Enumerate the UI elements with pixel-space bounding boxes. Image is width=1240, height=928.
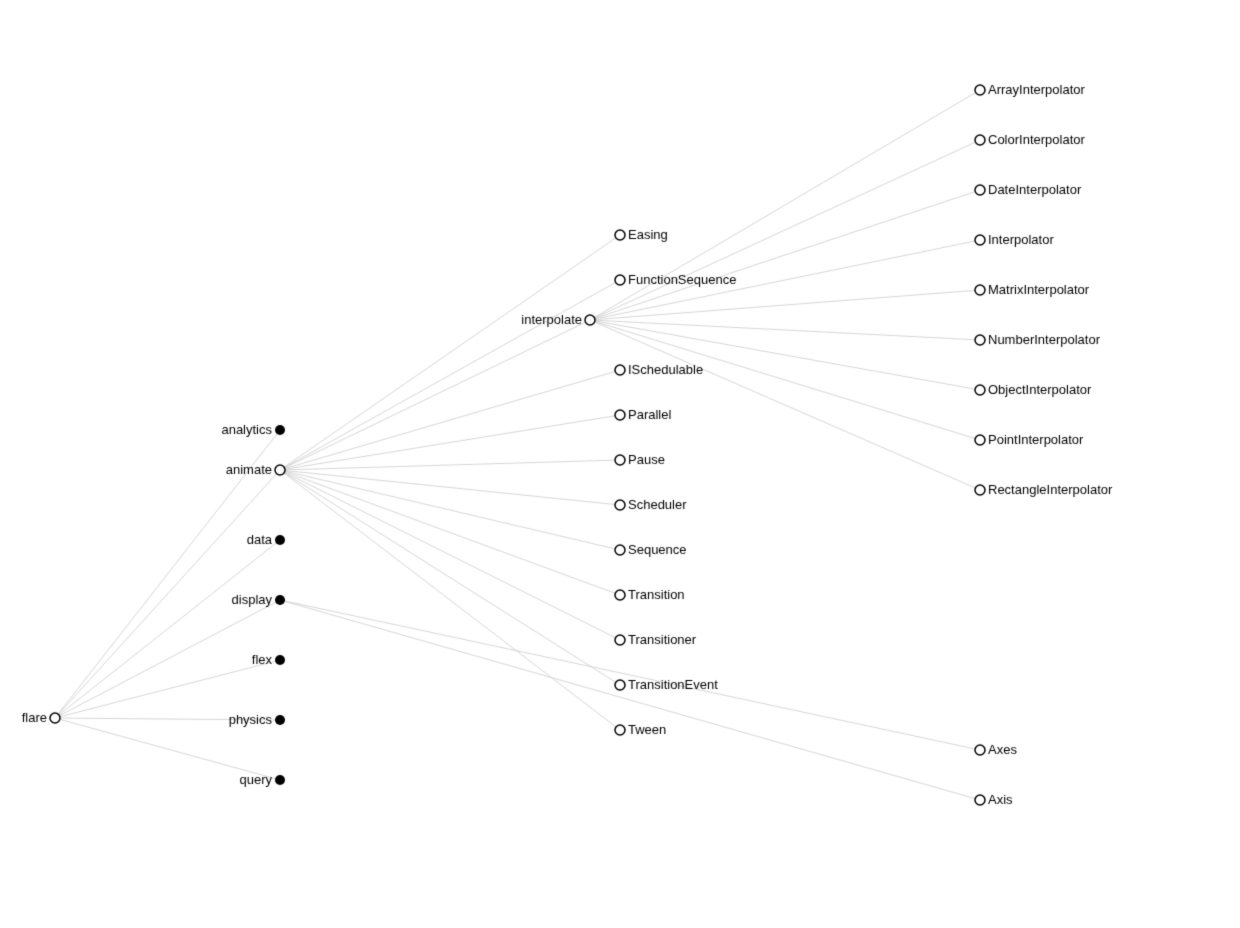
graph-canvas (0, 0, 1240, 928)
